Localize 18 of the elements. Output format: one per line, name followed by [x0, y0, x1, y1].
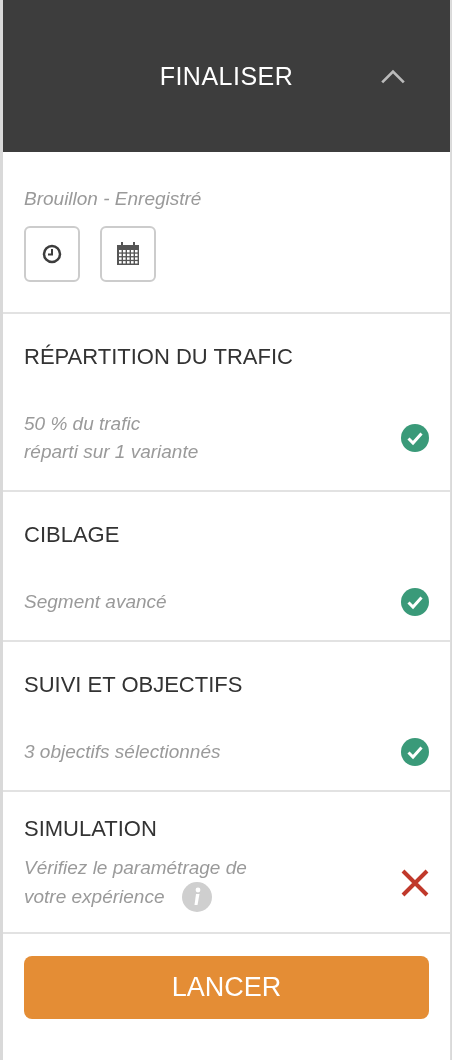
launch-button[interactable]: LANCER [24, 956, 429, 1019]
section-title: RÉPARTITION DU TRAFIC [24, 344, 294, 370]
summary-text: réparti sur 1 variante [24, 440, 199, 464]
clock-button[interactable] [24, 226, 80, 282]
summary-text: 50 % du trafic [24, 412, 141, 436]
clock-icon [42, 244, 62, 264]
calendar-icon [116, 242, 140, 266]
calendar-button[interactable] [100, 226, 156, 282]
summary-text: Segment avancé [24, 590, 167, 614]
panel-title: FINALISER [159, 61, 294, 91]
draft-status: Brouillon - Enregistré [24, 188, 203, 210]
summary-text: 3 objectifs sélectionnés [24, 740, 221, 764]
summary-text: Vérifiez le paramétrage de [24, 856, 247, 880]
section-title: CIBLAGE [24, 522, 121, 548]
summary-text: votre expérience [24, 885, 165, 909]
chevron-icon[interactable] [378, 68, 408, 86]
section-title: SUIVI ET OBJECTIFS [24, 672, 244, 698]
section-title: SIMULATION [24, 816, 158, 842]
